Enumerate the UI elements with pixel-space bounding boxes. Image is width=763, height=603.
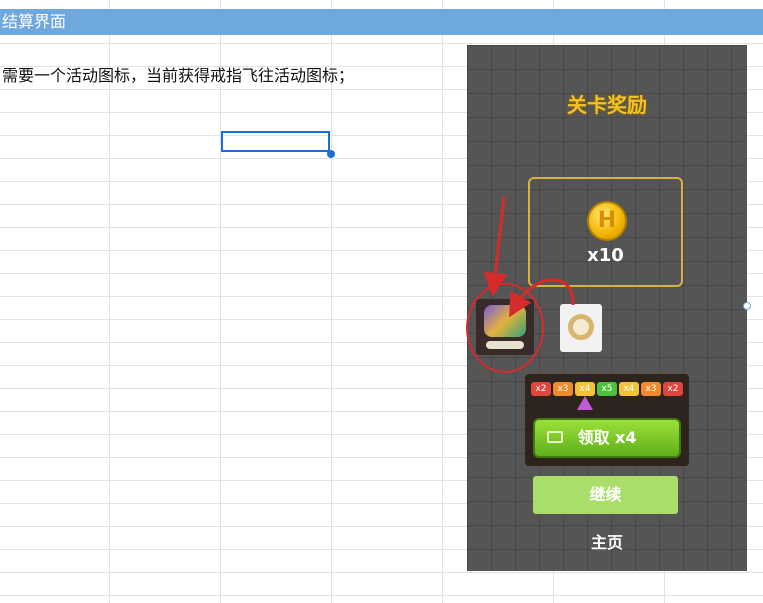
header-title: 结算界面 (2, 12, 67, 31)
sheet-header-row[interactable]: 结算界面 (0, 9, 763, 35)
arrow-curved-icon (508, 278, 575, 318)
selected-cell[interactable] (221, 131, 330, 152)
fill-handle[interactable] (327, 150, 335, 158)
arrow-down-icon (483, 196, 508, 297)
requirement-note[interactable]: 需要一个活动图标，当前获得戒指飞往活动图标； (2, 62, 354, 86)
annotation-arrows (483, 196, 575, 318)
resize-handle[interactable] (743, 302, 751, 310)
